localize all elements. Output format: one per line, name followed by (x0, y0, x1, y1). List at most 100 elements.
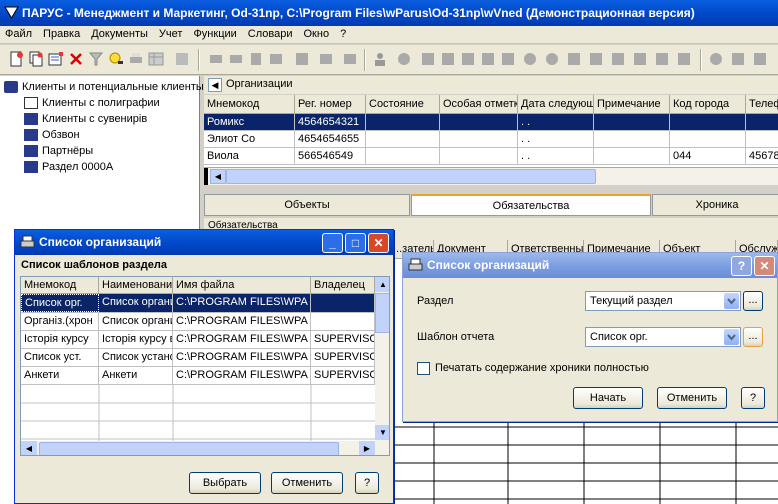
tab-chronicle[interactable]: Хроника (652, 194, 778, 216)
menu-documents[interactable]: Документы (86, 26, 154, 40)
scroll-right-icon[interactable]: ▶ (359, 441, 375, 455)
scroll-left-icon[interactable]: ◀ (210, 169, 226, 184)
table-row[interactable]: Виола 566546549 . . 044 45678 (204, 148, 778, 165)
dialog-title-bar: Список организаций ? ✕ (403, 253, 777, 278)
column-header[interactable]: Рег. номер (295, 95, 366, 114)
book-icon (24, 97, 38, 109)
column-header[interactable]: Наименование (99, 277, 173, 294)
edit-icon[interactable] (48, 51, 64, 67)
tool-icon[interactable] (294, 51, 310, 67)
copy-icon[interactable] (28, 51, 44, 67)
new-icon[interactable] (8, 51, 24, 67)
tool-icon[interactable] (730, 51, 746, 67)
clock-icon[interactable] (544, 51, 560, 67)
section-select[interactable]: Текущий раздел (585, 291, 741, 311)
column-header[interactable]: Состояние (366, 95, 440, 114)
column-header[interactable]: Мнемокод (204, 95, 295, 114)
menu-accounting[interactable]: Учет (154, 26, 189, 40)
menu-window[interactable]: Окно (299, 26, 336, 40)
chevron-down-icon[interactable] (724, 329, 739, 345)
menu-dictionaries[interactable]: Словари (243, 26, 299, 40)
close-button[interactable]: ✕ (754, 256, 775, 276)
tab-objects[interactable]: Объекты (204, 194, 410, 216)
column-header[interactable]: Владелец (311, 277, 375, 294)
chevron-down-icon[interactable] (724, 293, 739, 309)
grid-settings-icon[interactable] (148, 51, 164, 67)
table-row[interactable]: Список уст. Список устано C:\PROGRAM FIL… (21, 349, 375, 367)
column-header[interactable]: Дата следующ (518, 95, 594, 114)
tool-icon[interactable] (228, 51, 244, 67)
menu-edit[interactable]: Правка (38, 26, 86, 40)
help-title-button[interactable]: ? (731, 256, 752, 276)
help-button[interactable]: ? (355, 472, 379, 494)
tool-icon[interactable] (268, 51, 284, 67)
delete-icon[interactable] (68, 51, 84, 67)
search-icon[interactable] (108, 51, 124, 67)
section-browse-button[interactable]: ... (743, 291, 763, 311)
tool-icon[interactable] (248, 51, 264, 67)
tool-icon[interactable] (460, 51, 476, 67)
refresh-icon[interactable] (174, 51, 190, 67)
tool-icon[interactable] (522, 51, 538, 67)
print-icon[interactable] (128, 51, 144, 67)
table-row[interactable]: Організ.(хрон Список органи C:\PROGRAM F… (21, 313, 375, 331)
app-title: ПАРУС - Менеджмент и Маркетинг, Od-31np,… (22, 6, 695, 20)
horizontal-scrollbar[interactable]: ◀ (204, 167, 778, 185)
scroll-left-icon[interactable]: ◀ (21, 441, 37, 455)
tool-icon[interactable] (318, 51, 334, 67)
tool-icon[interactable] (440, 51, 456, 67)
book-icon (24, 113, 38, 125)
column-header[interactable]: Телефон (746, 95, 778, 114)
tool-icon[interactable] (420, 51, 436, 67)
tool-icon[interactable] (610, 51, 626, 67)
template-table: Мнемокод Наименование Имя файла Владелец… (20, 276, 390, 456)
column-header[interactable]: Особая отметка (440, 95, 518, 114)
tool-icon[interactable] (676, 51, 692, 67)
tool-icon[interactable] (588, 51, 604, 67)
column-header[interactable]: Мнемокод (21, 277, 99, 294)
tool-icon[interactable] (566, 51, 582, 67)
column-header[interactable]: Примечание (594, 95, 670, 114)
tool-icon[interactable] (342, 51, 358, 67)
scroll-thumb[interactable] (375, 293, 389, 333)
filter-icon[interactable] (88, 51, 104, 67)
tool-icon[interactable] (500, 51, 516, 67)
horizontal-scrollbar[interactable]: ◀ ▶ (21, 441, 375, 455)
select-button[interactable]: Выбрать (189, 472, 261, 494)
print-chronicle-checkbox[interactable] (417, 362, 430, 375)
tool-icon[interactable] (752, 51, 768, 67)
tool-icon[interactable] (632, 51, 648, 67)
table-row[interactable]: Історія курсу Історія курсу в C:\PROGRAM… (21, 331, 375, 349)
user-icon[interactable] (372, 51, 388, 67)
tool-icon[interactable] (480, 51, 496, 67)
menu-help[interactable]: ? (335, 26, 352, 40)
column-header[interactable]: Код города (670, 95, 746, 114)
maximize-button[interactable]: □ (345, 233, 366, 253)
currency-icon[interactable] (708, 51, 724, 67)
table-row[interactable]: Список орг. Список органи C:\PROGRAM FIL… (21, 294, 375, 313)
start-button[interactable]: Начать (573, 387, 643, 409)
cancel-button[interactable]: Отменить (271, 472, 343, 494)
template-select[interactable]: Список орг. (585, 327, 741, 347)
table-row[interactable]: Элиот Со 4654654655 . . (204, 131, 778, 148)
scroll-down-icon[interactable]: ▼ (375, 425, 389, 440)
cancel-button[interactable]: Отменить (657, 387, 727, 409)
scroll-thumb[interactable] (226, 169, 596, 184)
collapse-arrow-icon[interactable]: ◀ (208, 78, 222, 92)
tab-obligations[interactable]: Обязательства (411, 194, 651, 216)
template-browse-button[interactable]: ... (743, 327, 763, 347)
table-row[interactable]: Анкети Анкети C:\PROGRAM FILES\WPA SUPER… (21, 367, 375, 385)
tool-icon[interactable] (396, 51, 412, 67)
table-row[interactable]: Ромикс 4564654321 . . (204, 114, 778, 131)
column-header[interactable]: Имя файла (173, 277, 311, 294)
minimize-button[interactable]: _ (322, 233, 343, 253)
menu-file[interactable]: Файл (0, 26, 38, 40)
menu-functions[interactable]: Функции (188, 26, 242, 40)
help-button[interactable]: ? (741, 387, 765, 409)
tool-icon[interactable] (654, 51, 670, 67)
vertical-scrollbar[interactable]: ▲ ▼ (375, 277, 389, 455)
tool-icon[interactable] (208, 51, 224, 67)
scroll-thumb[interactable] (39, 442, 339, 455)
scroll-up-icon[interactable]: ▲ (375, 277, 389, 292)
close-button[interactable]: ✕ (368, 233, 389, 253)
